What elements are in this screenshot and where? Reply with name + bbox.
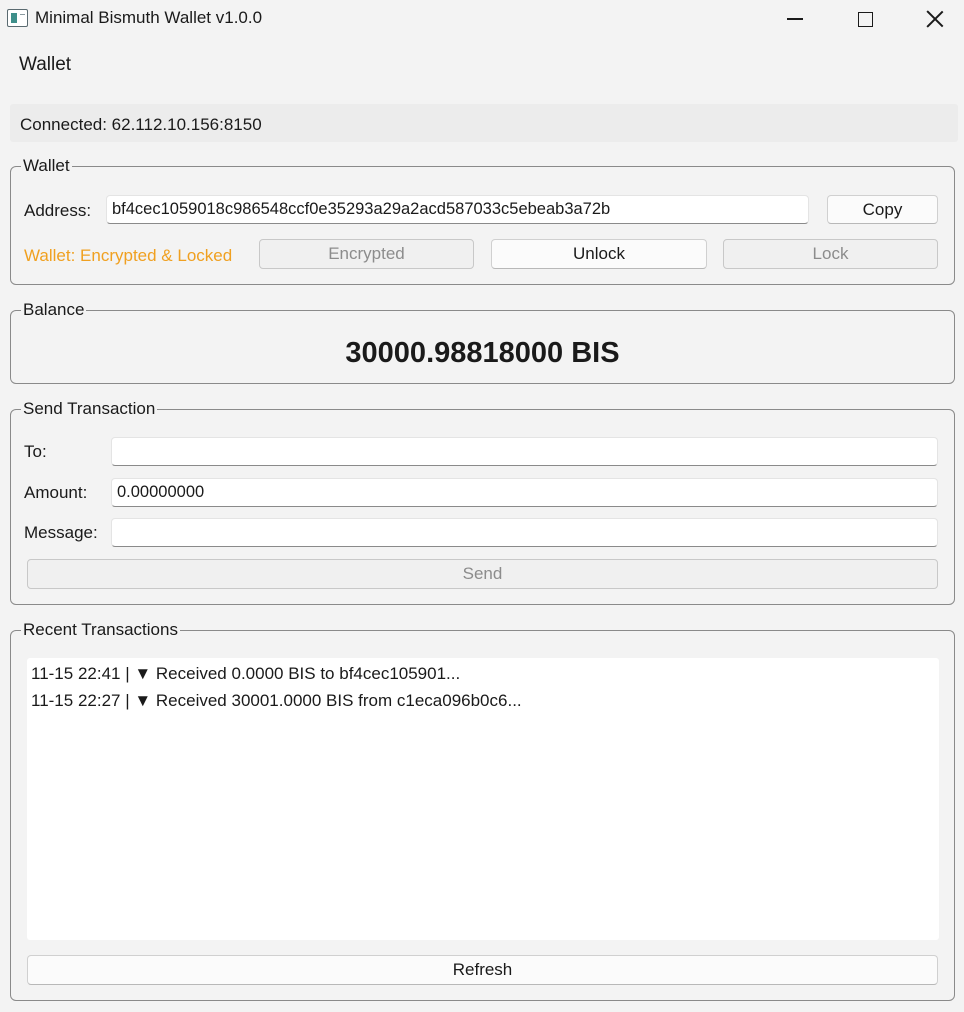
title-bar: Minimal Bismuth Wallet v1.0.0 <box>0 0 964 38</box>
wallet-group: Wallet Address: Copy Wallet: Encrypted &… <box>10 156 955 285</box>
minimize-icon <box>787 18 803 20</box>
transactions-list[interactable]: 11-15 22:41 | ▼ Received 0.0000 BIS to b… <box>27 658 939 940</box>
to-field[interactable] <box>111 437 938 466</box>
address-label: Address: <box>24 201 92 220</box>
send-group-title: Send Transaction <box>21 399 158 419</box>
page-title: Wallet <box>19 54 72 75</box>
connection-status-bar: Connected: 62.112.10.156:8150 <box>10 104 958 142</box>
amount-field[interactable] <box>111 478 938 507</box>
unlock-button[interactable]: Unlock <box>491 239 707 269</box>
close-icon <box>926 10 944 28</box>
balance-group: Balance 30000.98818000 BIS <box>10 300 955 384</box>
copy-button[interactable]: Copy <box>827 195 938 224</box>
send-button[interactable]: Send <box>27 559 938 589</box>
app-icon <box>7 9 28 27</box>
list-item[interactable]: 11-15 22:41 | ▼ Received 0.0000 BIS to b… <box>27 661 939 688</box>
to-label: To: <box>24 442 47 461</box>
wallet-group-title: Wallet <box>21 156 72 176</box>
transactions-group-title: Recent Transactions <box>21 620 180 640</box>
list-item[interactable]: 11-15 22:27 | ▼ Received 30001.0000 BIS … <box>27 688 939 715</box>
message-label: Message: <box>24 523 98 542</box>
address-field[interactable] <box>106 195 809 224</box>
maximize-button[interactable] <box>830 0 900 38</box>
wallet-state-label: Wallet: Encrypted & Locked <box>24 246 233 265</box>
balance-value: 30000.98818000 BIS <box>345 337 620 369</box>
maximize-icon <box>857 11 873 27</box>
connection-status-text: Connected: 62.112.10.156:8150 <box>20 115 262 134</box>
lock-button[interactable]: Lock <box>723 239 938 269</box>
close-button[interactable] <box>900 0 964 38</box>
minimize-button[interactable] <box>760 0 830 38</box>
message-field[interactable] <box>111 518 938 547</box>
encrypted-button[interactable]: Encrypted <box>259 239 474 269</box>
balance-group-title: Balance <box>21 300 87 320</box>
window-title: Minimal Bismuth Wallet v1.0.0 <box>35 8 263 27</box>
refresh-button[interactable]: Refresh <box>27 955 938 985</box>
amount-label: Amount: <box>24 483 88 502</box>
recent-transactions-group: Recent Transactions 11-15 22:41 | ▼ Rece… <box>10 620 955 1001</box>
send-transaction-group: Send Transaction To: Amount: Message: Se… <box>10 399 955 605</box>
